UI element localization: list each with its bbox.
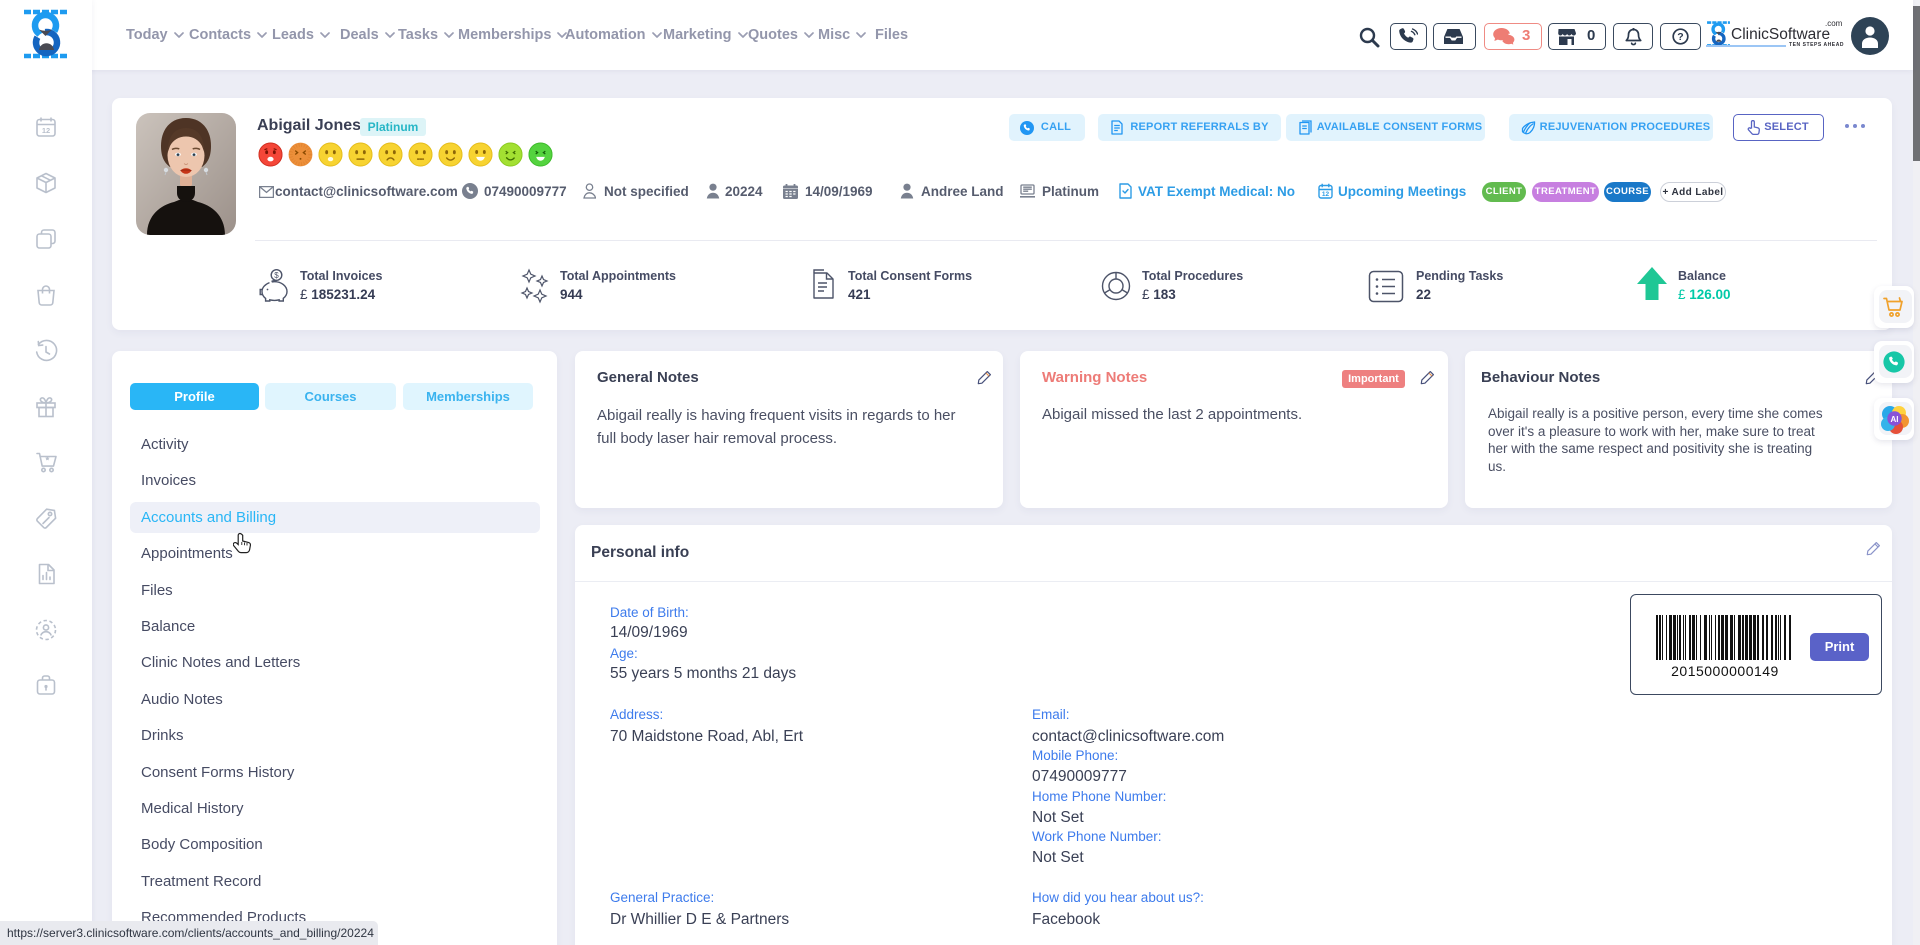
svg-text:AI: AI: [1891, 415, 1899, 424]
svg-text:12: 12: [1322, 191, 1330, 198]
svg-text:?: ?: [1677, 31, 1683, 43]
svg-text:$: $: [274, 271, 279, 280]
svg-text:12: 12: [42, 126, 50, 135]
